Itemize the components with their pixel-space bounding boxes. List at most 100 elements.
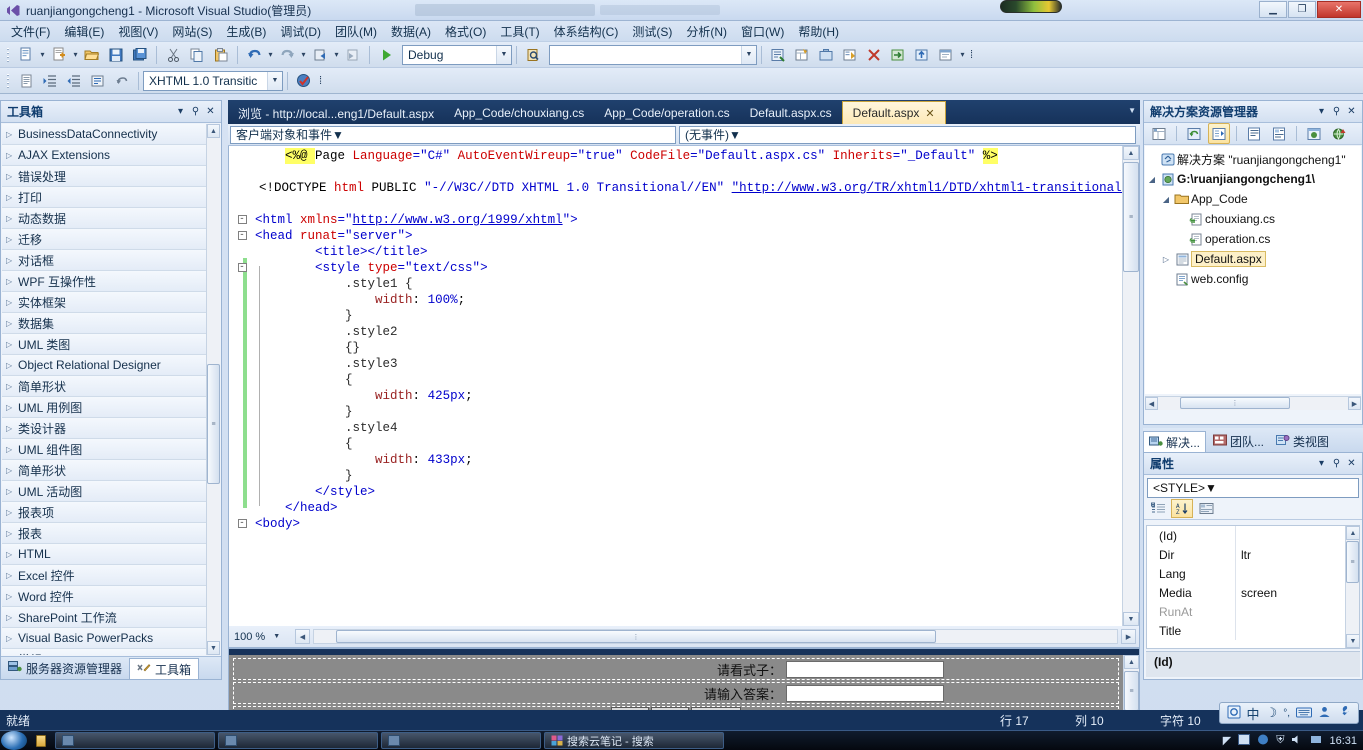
properties-scrollbar[interactable]: ▲ ≡ ▼: [1345, 526, 1359, 648]
ime-softkeyboard-icon[interactable]: [1296, 706, 1312, 721]
chevron-down-icon-props[interactable]: ▼: [1205, 481, 1217, 495]
toolbar-grip[interactable]: [6, 45, 11, 64]
tab-class-view[interactable]: 类视图: [1271, 431, 1334, 452]
save-all-icon[interactable]: [129, 44, 151, 65]
tree-row-webconfig[interactable]: web.config: [1145, 269, 1361, 289]
solution-configuration-combo[interactable]: Debug ▼: [402, 44, 512, 65]
toolbox-close-icon[interactable]: ✕: [203, 104, 218, 119]
scroll-up-icon[interactable]: ▲: [207, 124, 220, 138]
tray-extra-icon[interactable]: [1310, 734, 1322, 748]
collapse-icon[interactable]: -: [237, 215, 247, 224]
doctype-combo[interactable]: XHTML 1.0 Transitic ▼: [143, 70, 283, 91]
solution-explorer-pin-icon[interactable]: ⚲: [1329, 104, 1344, 119]
code-editor[interactable]: <%@ Page Language ="C#" AutoEventWireup ="…: [228, 146, 1140, 626]
toolbox-item[interactable]: ▷ 对话框: [2, 250, 208, 271]
toolbox-item-list[interactable]: ▷ BusinessDataConnectivity ▷ AJAX Extensio…: [2, 124, 208, 655]
property-value[interactable]: [1235, 602, 1359, 621]
property-value[interactable]: [1235, 621, 1359, 640]
collapse-icon[interactable]: -: [237, 519, 247, 528]
new-website-icon[interactable]: [15, 44, 37, 65]
tab-solution-explorer[interactable]: 解决...: [1143, 431, 1207, 452]
property-row[interactable]: Title: [1147, 621, 1359, 640]
add-new-item-dropdown-icon[interactable]: ▾: [71, 44, 80, 65]
property-value[interactable]: [1235, 564, 1359, 583]
toolbox-item[interactable]: ▷ Object Relational Designer: [2, 355, 208, 376]
categorized-view-icon[interactable]: [1147, 499, 1169, 518]
close-icon[interactable]: ✕: [925, 107, 934, 120]
scroll-right-icon[interactable]: ▶: [1121, 629, 1136, 644]
tree-row-solution[interactable]: 解决方案 "ruanjiangongcheng1": [1145, 149, 1361, 169]
ime-language-bar[interactable]: 中 ☽ °,: [1218, 702, 1359, 724]
toolbox-item[interactable]: ▷ HTML: [2, 544, 208, 565]
properties-grid[interactable]: (Id) Dir ltr Lang Media screen RunAt Tit…: [1146, 525, 1360, 649]
design-textbox[interactable]: [786, 660, 944, 678]
toolbar2-overflow-icon[interactable]: ⁞: [319, 75, 322, 87]
taskbar-window-3[interactable]: [381, 732, 541, 749]
toolbox-item[interactable]: ▷ 迁移: [2, 229, 208, 250]
navigate-backward-icon[interactable]: [309, 44, 331, 65]
view-designer-icon[interactable]: [1268, 123, 1290, 144]
menu-format[interactable]: 格式(O): [438, 21, 493, 42]
new-website-dropdown-icon[interactable]: ▾: [38, 44, 47, 65]
toolbox-item[interactable]: ▷ SharePoint 工作流: [2, 607, 208, 628]
toolbox-item[interactable]: ▷ 打印: [2, 187, 208, 208]
solution-explorer-menu-icon[interactable]: ▾: [1314, 104, 1329, 119]
collapse-icon[interactable]: -: [237, 231, 247, 240]
property-value[interactable]: [1235, 526, 1359, 545]
ime-halfwidth-icon[interactable]: ☽: [1266, 705, 1278, 721]
solution-explorer-toolbar-icon[interactable]: [767, 44, 789, 65]
validation-icon[interactable]: [293, 70, 315, 91]
minimize-button[interactable]: ▁: [1259, 1, 1287, 18]
property-row[interactable]: Lang: [1147, 564, 1359, 583]
cut-icon[interactable]: [162, 44, 184, 65]
solution-explorer-hscroll[interactable]: ◀ ⋮ ▶: [1145, 396, 1361, 410]
ime-punctuation-icon[interactable]: °,: [1283, 708, 1290, 719]
design-scroll-thumb[interactable]: ≡: [1124, 671, 1139, 711]
property-value[interactable]: screen: [1235, 583, 1359, 602]
object-browser-icon[interactable]: [839, 44, 861, 65]
cut-tool-icon[interactable]: [863, 44, 885, 65]
toolbox-item-general[interactable]: ◢常规: [2, 649, 208, 655]
tree-row-appcode[interactable]: ◢ App_Code: [1145, 189, 1361, 209]
start-debugging-icon[interactable]: [375, 44, 397, 65]
toolbox-item[interactable]: ▷ 简单形状: [2, 376, 208, 397]
new-query-icon[interactable]: [935, 44, 957, 65]
taskbar-browser[interactable]: 搜索云笔记 - 搜索: [544, 732, 724, 749]
save-icon[interactable]: [105, 44, 127, 65]
toolbox-item[interactable]: ▷ 动态数据: [2, 208, 208, 229]
increase-indent-icon[interactable]: [39, 70, 61, 91]
properties-menu-icon[interactable]: ▾: [1314, 456, 1329, 471]
tree-row-default-aspx[interactable]: ▷ Default.aspx: [1145, 249, 1361, 269]
toolbox-item[interactable]: ▷ UML 用例图: [2, 397, 208, 418]
ime-chinese-label[interactable]: 中: [1247, 704, 1260, 723]
add-new-item-icon[interactable]: [48, 44, 70, 65]
chevron-down-icon-tree-2[interactable]: ◢: [1159, 195, 1173, 204]
toolbox-scroll-thumb[interactable]: ≡: [207, 364, 220, 484]
toolbox-item[interactable]: ▷ 数据集: [2, 313, 208, 334]
property-pages-icon[interactable]: [1195, 499, 1217, 518]
format-document-icon[interactable]: [15, 70, 37, 91]
properties-scroll-thumb[interactable]: ≡: [1346, 541, 1359, 583]
toolbox-item[interactable]: ▷ UML 类图: [2, 334, 208, 355]
tray-network-icon[interactable]: [1257, 734, 1269, 748]
menu-help[interactable]: 帮助(H): [791, 21, 846, 42]
toolbox-item[interactable]: ▷ 类设计器: [2, 418, 208, 439]
copy-icon[interactable]: [186, 44, 208, 65]
tab-browse-default[interactable]: 浏览 - http://local...eng1/Default.aspx: [228, 102, 444, 124]
tab-team-explorer[interactable]: 团队...: [1208, 431, 1269, 452]
menu-data[interactable]: 数据(A): [384, 21, 438, 42]
property-row[interactable]: Dir ltr: [1147, 545, 1359, 564]
design-textbox[interactable]: [786, 684, 944, 702]
fold-margin[interactable]: -: [229, 516, 255, 532]
scroll-up-icon-props[interactable]: ▲: [1346, 526, 1359, 540]
tab-overflow-icon[interactable]: ▼: [1128, 106, 1136, 115]
scroll-down-icon[interactable]: ▼: [207, 641, 220, 655]
navigate-backward-dropdown-icon[interactable]: ▾: [332, 44, 341, 65]
chevron-down-icon-find[interactable]: ▼: [741, 45, 756, 64]
tab-chouxiang-cs[interactable]: App_Code/chouxiang.cs: [444, 102, 594, 124]
taskbar-explorer[interactable]: [30, 732, 52, 749]
zoom-combo[interactable]: 100 % ▼: [232, 628, 292, 645]
paste-icon[interactable]: [210, 44, 232, 65]
close-button[interactable]: ✕: [1317, 1, 1361, 18]
toolbox-item[interactable]: ▷ UML 活动图: [2, 481, 208, 502]
